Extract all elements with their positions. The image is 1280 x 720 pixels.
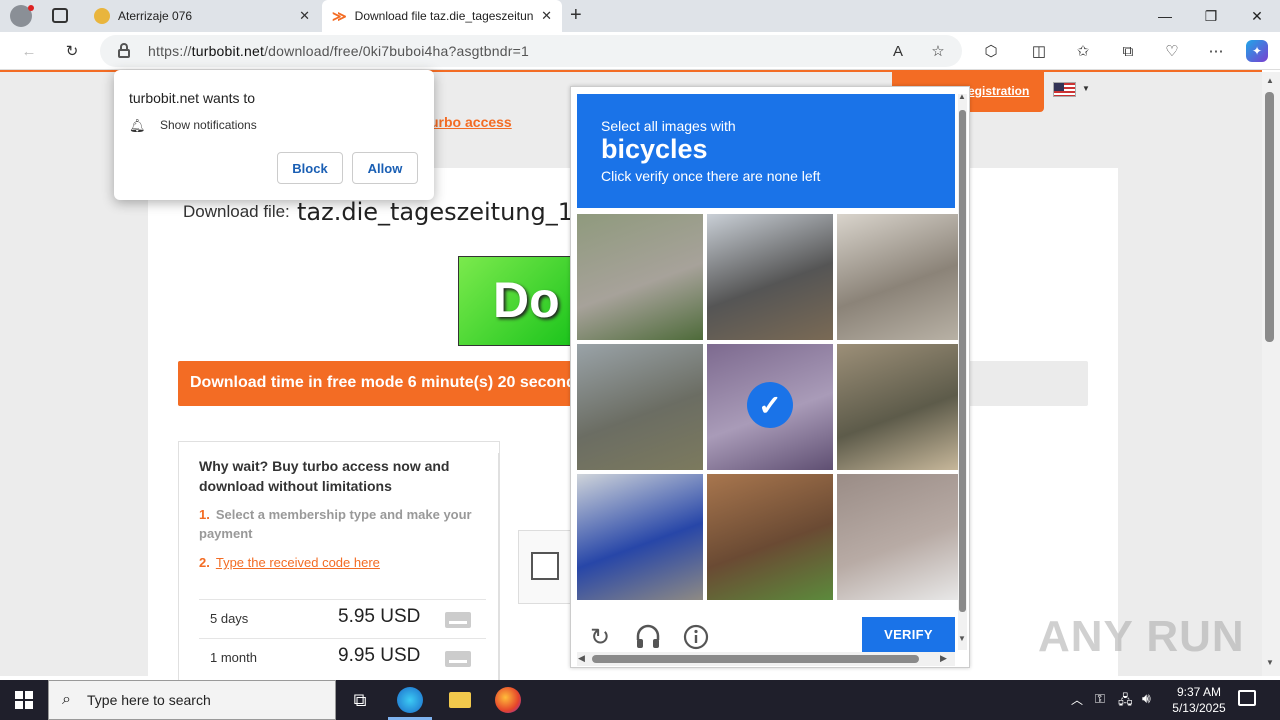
read-aloud-icon[interactable]: A	[887, 40, 909, 62]
registration-link[interactable]: egistration	[968, 84, 1029, 98]
download-filename: taz.die_tageszeitung_13.	[297, 198, 596, 226]
recaptcha-checkbox[interactable]	[531, 552, 559, 580]
tab-actions-icon[interactable]	[52, 8, 68, 23]
verify-button[interactable]: VERIFY	[862, 617, 955, 652]
tab-title: Download file taz.die_tageszeitun	[354, 9, 533, 23]
performance-icon[interactable]: ♡	[1161, 40, 1183, 62]
notification-center-icon[interactable]	[1238, 690, 1256, 706]
captcha-instruction: Click verify once there are none left	[601, 168, 821, 184]
captcha-horizontal-thumb[interactable]	[592, 655, 919, 663]
scroll-left-icon[interactable]: ◀	[578, 653, 585, 664]
refresh-icon[interactable]: ↻	[61, 40, 83, 62]
step-2[interactable]: 2. Type the received code here	[199, 555, 380, 570]
tile-doorway[interactable]	[707, 474, 833, 600]
file-explorer-icon[interactable]	[446, 686, 474, 714]
windows-start-icon[interactable]	[10, 686, 38, 714]
chevron-down-icon[interactable]: ▼	[1082, 84, 1090, 93]
scroll-right-icon[interactable]: ▶	[940, 653, 947, 664]
volume-icon[interactable]: 🔊︎	[1142, 690, 1151, 707]
popup-permission: Show notifications	[160, 118, 257, 132]
download-banner[interactable]: Do	[458, 256, 573, 346]
tile-sidewalk-hedge[interactable]	[577, 214, 703, 340]
extensions-icon[interactable]: ⬡	[980, 40, 1002, 62]
price-row-5-days[interactable]: 5 days 5.95 USD	[199, 599, 486, 637]
scroll-down-icon[interactable]: ▼	[958, 634, 966, 643]
back-icon[interactable]: ←	[18, 40, 40, 62]
copilot-icon[interactable]: ✦	[1246, 40, 1268, 62]
close-tab-icon[interactable]: ✕	[541, 8, 552, 24]
close-window-icon[interactable]: ✕	[1234, 0, 1280, 32]
new-tab-icon[interactable]: +	[570, 4, 582, 27]
tab-aterrizaje[interactable]: Aterrizaje 076 ✕	[84, 0, 320, 32]
minimize-icon[interactable]: —	[1142, 0, 1188, 32]
credit-card-icon	[445, 612, 471, 628]
download-label: Download file:	[183, 202, 290, 221]
tile-car-street[interactable]	[837, 474, 963, 600]
credit-card-icon	[445, 651, 471, 667]
allow-button[interactable]: Allow	[352, 152, 418, 184]
bell-icon: 🔔︎	[129, 118, 146, 133]
captcha-object: bicycles	[601, 134, 708, 164]
firefox-icon[interactable]	[495, 687, 521, 713]
banner-text: Do	[493, 272, 560, 328]
tile-traffic-light[interactable]	[707, 214, 833, 340]
system-clock[interactable]: 9:37 AM 5/13/2025	[1164, 684, 1234, 716]
divider	[498, 453, 499, 683]
scroll-down-icon[interactable]: ▼	[1266, 658, 1274, 667]
tile-houses[interactable]	[837, 214, 963, 340]
tile-road[interactable]	[577, 344, 703, 470]
scroll-up-icon[interactable]: ▲	[958, 92, 966, 101]
selected-check-icon: ✓	[747, 382, 793, 428]
tab-download-file[interactable]: ≫ Download file taz.die_tageszeitun ✕	[322, 0, 562, 32]
close-tab-icon[interactable]: ✕	[299, 8, 310, 24]
captcha-vertical-thumb[interactable]	[959, 110, 966, 612]
search-icon: ⌕	[62, 691, 71, 708]
favorites-icon[interactable]: ✩	[1072, 40, 1094, 62]
tile-cyclist[interactable]	[837, 344, 963, 470]
tab-favicon-icon	[94, 8, 110, 24]
task-view-icon[interactable]: ⧉	[346, 686, 374, 714]
favorite-star-icon[interactable]: ☆	[927, 40, 949, 62]
block-button[interactable]: Block	[277, 152, 343, 184]
captcha-select-text: Select all images with	[601, 118, 736, 134]
edge-icon[interactable]	[397, 687, 423, 713]
network-icon[interactable]: 🖧︎	[1118, 691, 1133, 713]
collections-icon[interactable]: ⧉	[1117, 40, 1139, 62]
tab-favicon-icon: ≫	[332, 7, 347, 24]
chevron-up-icon[interactable]: ︿	[1071, 691, 1083, 708]
url-text[interactable]: https://turbobit.net/download/free/0ki7b…	[148, 43, 529, 59]
security-tray-icon[interactable]: ⚿	[1095, 691, 1105, 707]
lock-icon[interactable]	[118, 43, 130, 58]
tab-title: Aterrizaje 076	[118, 9, 193, 23]
headphones-icon[interactable]	[634, 624, 662, 652]
anyrun-watermark: ANY RUN	[1038, 612, 1245, 661]
page-scroll-thumb[interactable]	[1265, 92, 1274, 342]
why-wait-heading: Why wait? Buy turbo access now and downl…	[199, 458, 450, 494]
time-notice-text: Download time in free mode 6 minute(s) 2…	[190, 374, 575, 391]
search-placeholder: Type here to search	[87, 692, 211, 708]
notification-dot	[28, 5, 34, 11]
info-icon[interactable]	[682, 624, 710, 652]
turbo-access-link[interactable]: urbo access	[430, 114, 512, 130]
split-screen-icon[interactable]: ◫	[1028, 40, 1050, 62]
tile-motorbike-rider[interactable]	[577, 474, 703, 600]
us-flag-icon[interactable]	[1053, 82, 1076, 97]
price-row-1-month[interactable]: 1 month 9.95 USD	[199, 638, 486, 676]
reload-icon[interactable]: ↻	[586, 624, 614, 652]
scroll-up-icon[interactable]: ▲	[1266, 76, 1274, 85]
popup-title: turbobit.net wants to	[129, 90, 256, 106]
maximize-icon[interactable]: ❐	[1188, 0, 1234, 32]
more-icon[interactable]: ⋯	[1205, 40, 1227, 62]
tile-bicycle-drawing[interactable]: ✓	[707, 344, 833, 470]
step-1: 1. Select a membership type and make your…	[199, 507, 472, 541]
